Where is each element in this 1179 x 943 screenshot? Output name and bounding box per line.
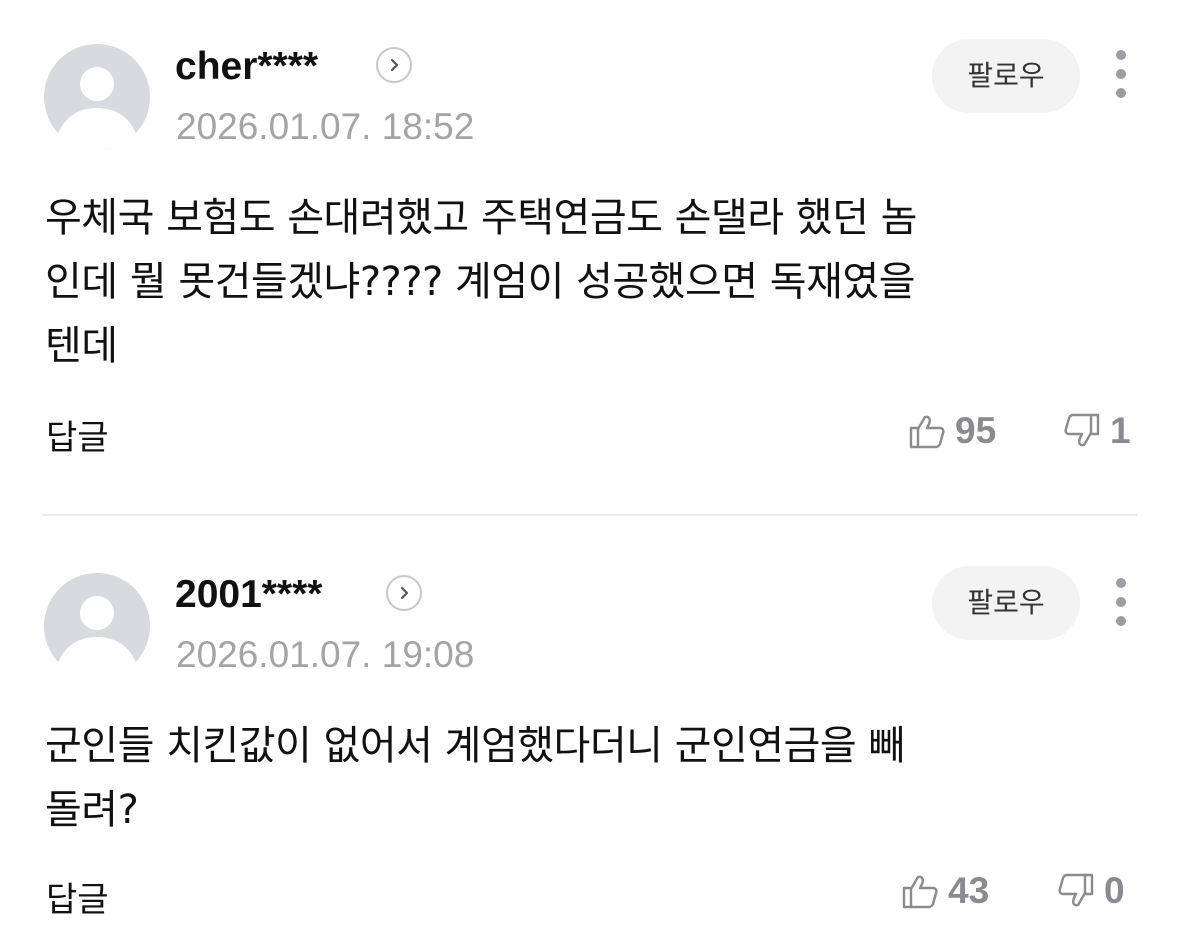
comment-item: cher**** 2026.01.07. 18:52 팔로우 우체국 보험도 손… <box>0 0 1179 514</box>
dislike-count: 1 <box>1110 410 1131 451</box>
like-button[interactable]: 43 <box>900 870 989 912</box>
follow-button[interactable]: 팔로우 <box>932 39 1080 113</box>
like-count: 95 <box>955 410 997 451</box>
like-button[interactable]: 95 <box>907 410 996 452</box>
comment-item: 2001**** 2026.01.07. 19:08 팔로우 군인들 치킨값이 … <box>0 516 1179 943</box>
more-vertical-icon[interactable] <box>1106 46 1136 102</box>
chevron-right-icon[interactable] <box>376 47 412 83</box>
dislike-button[interactable]: 0 <box>1056 870 1125 912</box>
comment-date: 2026.01.07. 19:08 <box>176 634 475 675</box>
comment-text: 군인들 치킨값이 없어서 계엄했다더니 군인연금을 빼 돌려? <box>45 723 905 833</box>
follow-button[interactable]: 팔로우 <box>932 566 1080 640</box>
reply-button[interactable]: 답글 <box>46 872 109 921</box>
avatar[interactable] <box>44 44 150 150</box>
reply-button[interactable]: 답글 <box>46 410 109 459</box>
thumbs-up-icon <box>909 415 945 449</box>
thumbs-down-icon <box>1058 873 1094 907</box>
like-count: 43 <box>948 870 990 911</box>
thumbs-up-icon <box>902 875 938 909</box>
username[interactable]: cher**** <box>175 45 318 89</box>
default-user-avatar-icon <box>54 596 140 679</box>
chevron-right-icon[interactable] <box>386 575 422 611</box>
dislike-button[interactable]: 1 <box>1062 410 1131 452</box>
avatar[interactable] <box>44 573 150 679</box>
thumbs-down-icon <box>1064 413 1100 447</box>
username[interactable]: 2001**** <box>175 573 322 617</box>
comment-date: 2026.01.07. 18:52 <box>176 106 475 147</box>
more-vertical-icon[interactable] <box>1106 574 1136 630</box>
dislike-count: 0 <box>1104 870 1125 911</box>
comment-text: 우체국 보험도 손대려했고 주택연금도 손댈라 했던 놈 인데 뭘 못건들겠냐?… <box>45 195 917 369</box>
default-user-avatar-icon <box>54 67 140 150</box>
